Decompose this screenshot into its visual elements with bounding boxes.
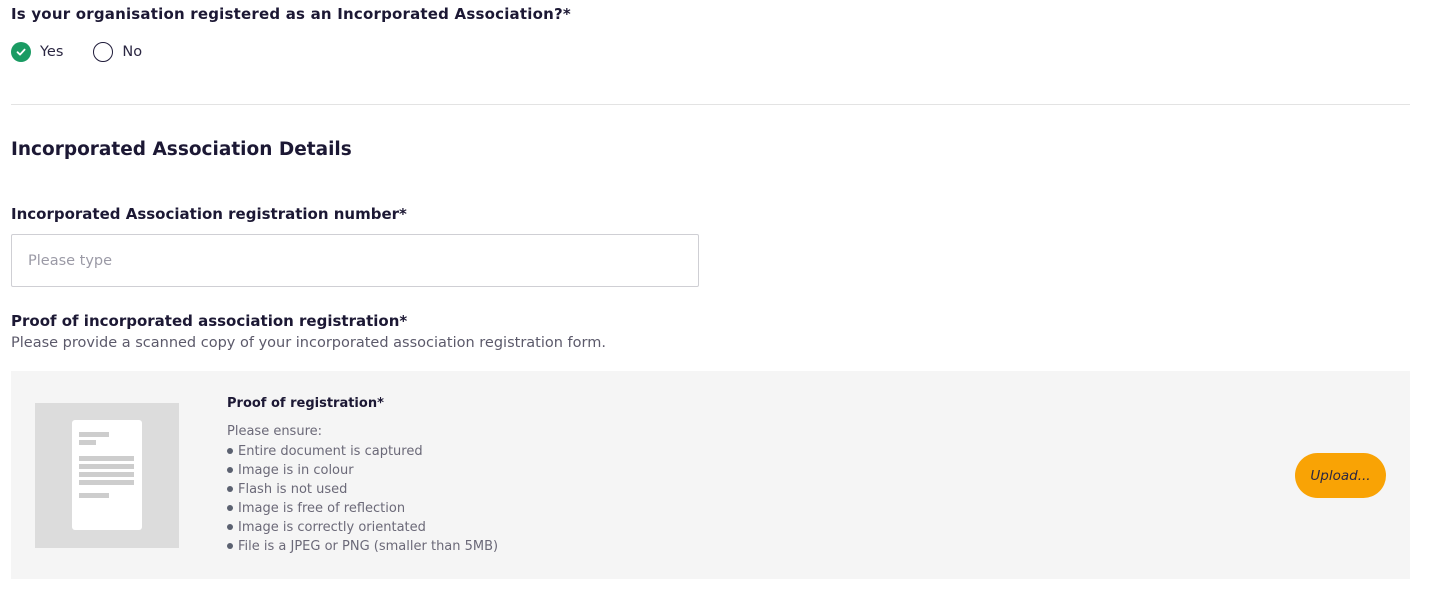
incorporated-radio-group: Yes No [11, 42, 142, 62]
bullet-icon [227, 504, 233, 511]
check-icon [16, 48, 26, 56]
document-line [79, 464, 134, 469]
proof-description: Please provide a scanned copy of your in… [11, 335, 606, 351]
registration-number-input[interactable] [11, 234, 699, 287]
document-line [79, 432, 109, 437]
document-line [79, 493, 109, 498]
bullet-icon [227, 542, 233, 549]
bullet-icon [227, 447, 233, 454]
radio-option-yes[interactable]: Yes [11, 42, 63, 62]
proof-label: Proof of incorporated association regist… [11, 312, 408, 330]
radio-no-label: No [122, 44, 143, 60]
upload-button[interactable]: Upload... [1295, 453, 1386, 498]
requirement-text: Flash is not used [238, 482, 348, 497]
bullet-icon [227, 485, 233, 492]
requirement-text: Entire document is captured [238, 444, 423, 459]
list-item: Entire document is captured [227, 442, 498, 461]
radio-checked-icon[interactable] [11, 42, 31, 62]
upload-panel: Proof of registration* Please ensure: En… [11, 371, 1410, 579]
list-item: Flash is not used [227, 480, 498, 499]
document-line [79, 440, 96, 445]
radio-unchecked-icon[interactable] [93, 42, 114, 62]
bullet-icon [227, 523, 233, 530]
list-item: Image is in colour [227, 461, 498, 480]
incorporated-question-label: Is your organisation registered as an In… [11, 5, 571, 23]
upload-title: Proof of registration* [227, 396, 384, 411]
radio-yes-label: Yes [40, 44, 64, 60]
form-page: Is your organisation registered as an In… [0, 0, 1436, 599]
registration-number-label: Incorporated Association registration nu… [11, 205, 407, 223]
section-title: Incorporated Association Details [11, 139, 352, 160]
requirement-text: Image is free of reflection [238, 501, 406, 516]
list-item: Image is free of reflection [227, 499, 498, 518]
document-line [79, 480, 134, 485]
list-item: File is a JPEG or PNG (smaller than 5MB) [227, 537, 498, 556]
document-line [79, 472, 134, 477]
ensure-title: Please ensure: [227, 424, 323, 439]
document-line [79, 456, 134, 461]
requirements-list: Entire document is captured Image is in … [227, 442, 498, 556]
radio-option-no[interactable]: No [93, 42, 142, 62]
requirement-text: Image is in colour [238, 463, 354, 478]
document-thumbnail [35, 403, 179, 548]
document-icon [72, 420, 142, 530]
requirement-text: Image is correctly orientated [238, 520, 426, 535]
section-divider [11, 104, 1410, 105]
requirement-text: File is a JPEG or PNG (smaller than 5MB) [238, 539, 499, 554]
bullet-icon [227, 466, 233, 473]
list-item: Image is correctly orientated [227, 518, 498, 537]
